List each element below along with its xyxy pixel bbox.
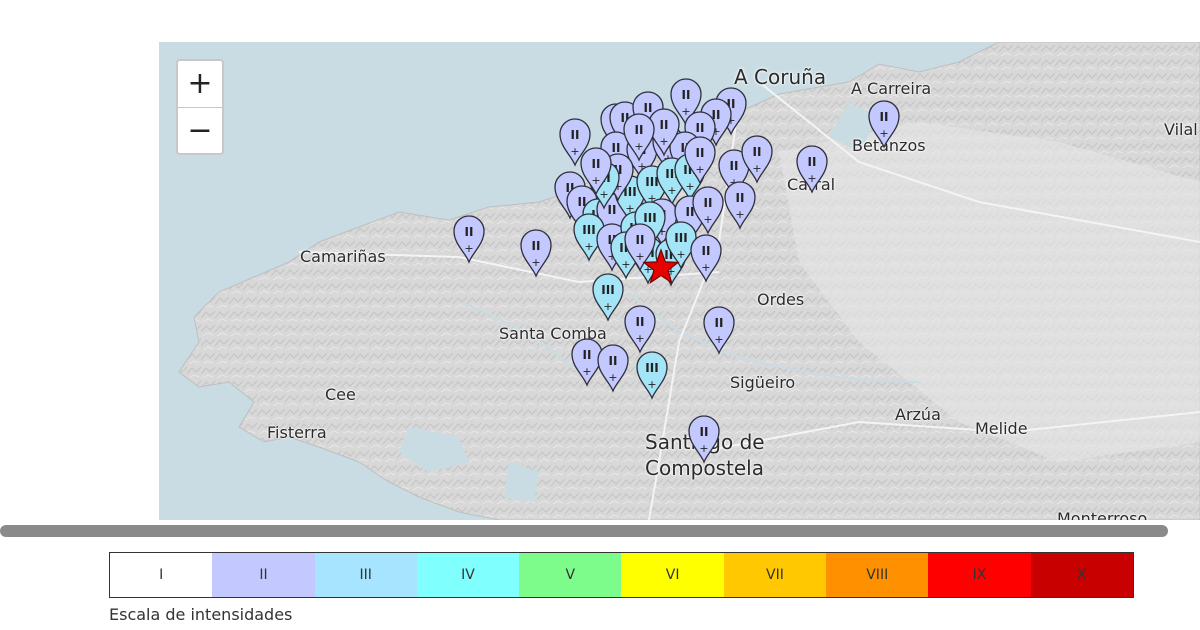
place-label: A Coruña	[734, 65, 827, 89]
legend-level: III	[314, 553, 417, 597]
legend-level: II	[212, 553, 315, 597]
place-label: Santiago de	[645, 430, 765, 454]
place-label: Monterroso	[1057, 509, 1148, 520]
zoom-in-button[interactable]: +	[178, 61, 222, 108]
place-label: Ordes	[757, 290, 805, 309]
place-label: A Carreira	[851, 79, 932, 98]
place-label: Sigüeiro	[730, 373, 796, 392]
zoom-out-button[interactable]: −	[178, 108, 222, 154]
legend-level: VII	[723, 553, 827, 597]
legend-caption: Escala de intensidades	[109, 605, 293, 624]
place-label: Vilal	[1164, 120, 1198, 139]
legend-level: VIII	[826, 553, 929, 597]
intensity-map[interactable]: A Coruña A Carreira Vilal Betanzos Carra…	[159, 42, 1200, 520]
legend-level: IX	[928, 553, 1031, 597]
place-label: Santa Comba	[499, 324, 607, 343]
intensity-scale-legend: I II III IV V VI VII VIII IX X	[109, 552, 1134, 598]
zoom-control: + −	[176, 59, 224, 155]
place-label: Fisterra	[267, 423, 327, 442]
legend-level: IV	[416, 553, 520, 597]
place-label: Cee	[325, 385, 356, 404]
horizontal-scrollbar[interactable]	[0, 525, 1168, 537]
place-label: Carral	[787, 175, 836, 194]
legend-level: VI	[621, 553, 724, 597]
legend-level: V	[519, 553, 622, 597]
legend-level: I	[110, 553, 213, 597]
place-label: Compostela	[645, 456, 764, 480]
place-label: Camariñas	[300, 247, 386, 266]
legend-level: X	[1030, 553, 1133, 597]
place-label: Betanzos	[852, 136, 926, 155]
place-label: Melide	[975, 419, 1028, 438]
place-label: Arzúa	[895, 405, 941, 424]
